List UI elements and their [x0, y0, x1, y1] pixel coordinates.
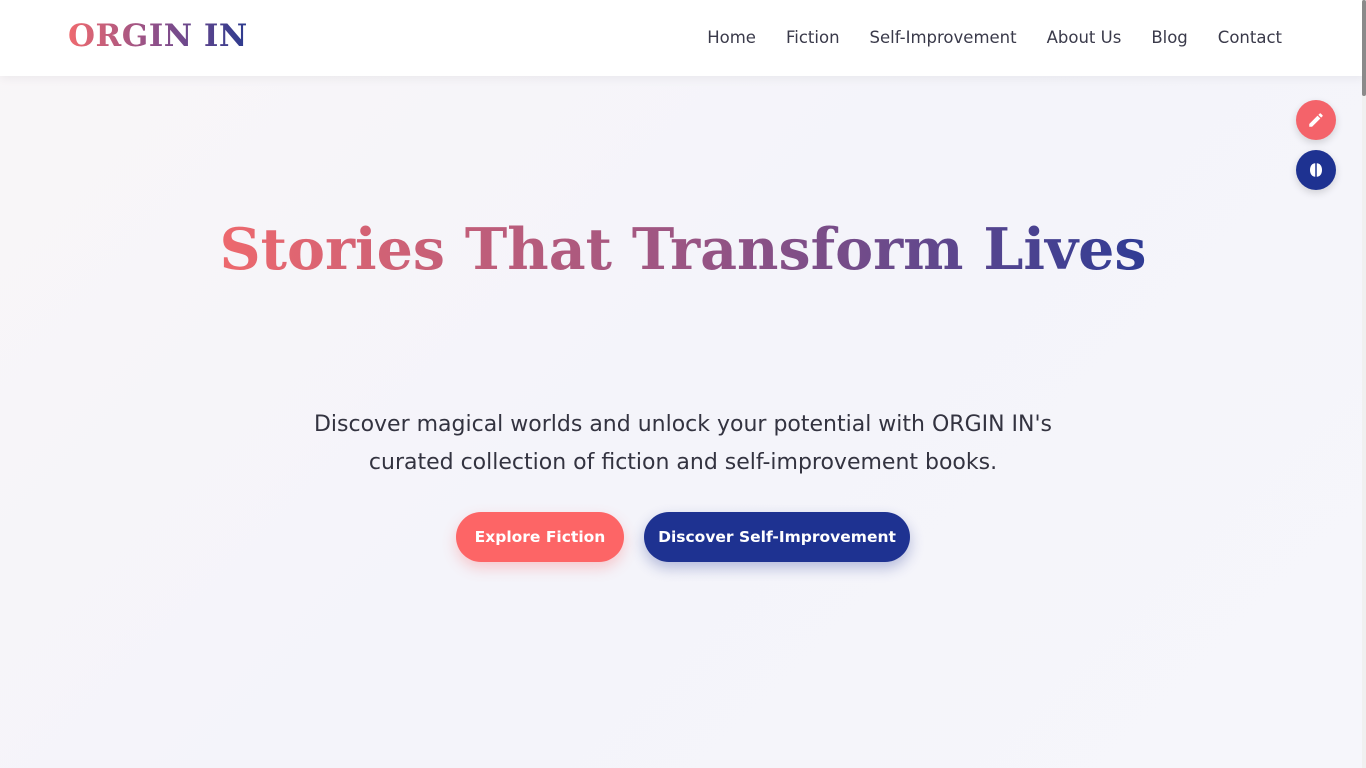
brain-button[interactable]: [1296, 150, 1336, 190]
nav-link-home[interactable]: Home: [707, 28, 756, 47]
main-nav: Home Fiction Self-Improvement About Us B…: [707, 28, 1282, 47]
brain-icon: [1310, 163, 1322, 177]
discover-self-improvement-button[interactable]: Discover Self-Improvement: [644, 512, 910, 562]
scrollbar-thumb[interactable]: [1362, 0, 1366, 96]
site-header: ORGIN IN Home Fiction Self-Improvement A…: [0, 0, 1366, 76]
nav-link-fiction[interactable]: Fiction: [786, 28, 840, 47]
nav-link-self-improvement[interactable]: Self-Improvement: [870, 28, 1017, 47]
explore-fiction-button[interactable]: Explore Fiction: [456, 512, 624, 562]
hero-subtitle: Discover magical worlds and unlock your …: [313, 412, 1053, 475]
page-scrollbar[interactable]: [1362, 0, 1366, 768]
pencil-button[interactable]: [1296, 100, 1336, 140]
pencil-icon: [1309, 113, 1323, 127]
nav-link-about-us[interactable]: About Us: [1047, 28, 1122, 47]
site-logo[interactable]: ORGIN IN: [68, 18, 248, 54]
nav-link-blog[interactable]: Blog: [1151, 28, 1187, 47]
nav-link-contact[interactable]: Contact: [1218, 28, 1282, 47]
hero-title: Stories That Transform Lives: [183, 205, 1183, 295]
